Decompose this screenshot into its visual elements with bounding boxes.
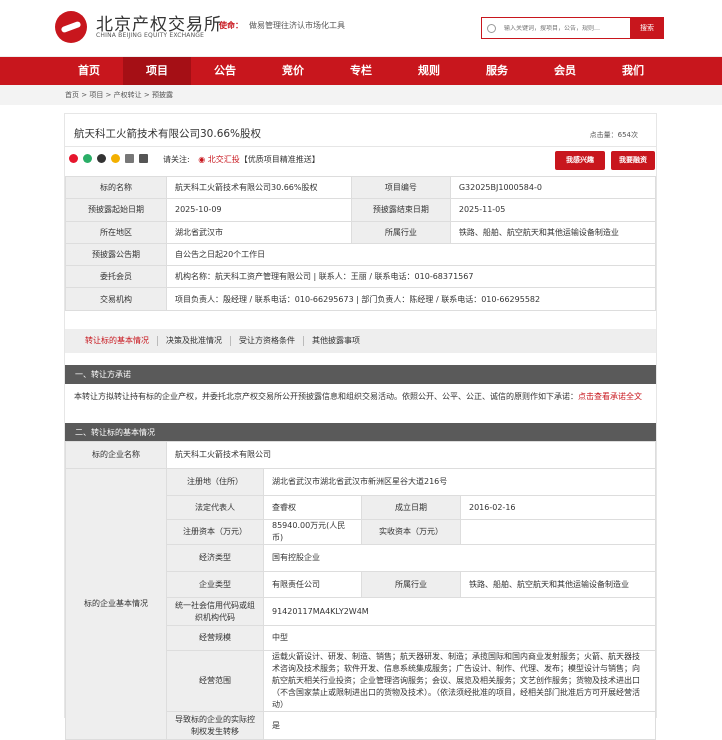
search-bar: 搜索 [481, 17, 664, 39]
commitment-link[interactable]: 点击查看承诺全文 [578, 392, 642, 401]
tab-qualification[interactable]: 受让方资格条件 [239, 336, 304, 346]
logo-icon[interactable] [55, 11, 87, 43]
project-title: 航天科工火箭技术有限公司30.66%股权 [74, 128, 262, 140]
search-box[interactable] [481, 17, 630, 39]
print-icon[interactable] [139, 154, 148, 163]
nav-rules[interactable]: 规则 [395, 57, 463, 85]
basic-info-label: 标的企业基本情况 [65, 468, 167, 740]
search-icon [487, 23, 496, 33]
nav-projects[interactable]: 项目 [123, 57, 191, 85]
mission-slogan: 使命： 做易管理往济认市场化工具 [219, 20, 345, 30]
nav-about[interactable]: 我们 [599, 57, 667, 85]
nav-announcements[interactable]: 公告 [191, 57, 259, 85]
detail-tabs: 转让标的基本情况 决策及批准情况 受让方资格条件 其他披露事项 [65, 329, 656, 353]
copy-icon[interactable] [125, 154, 134, 163]
interest-button[interactable]: 我感兴趣 [555, 151, 605, 170]
tab-approval[interactable]: 决策及批准情况 [166, 336, 231, 346]
qzone-icon[interactable] [111, 154, 120, 163]
view-count: 点击量：654次 [589, 131, 638, 139]
target-info-table: 标的企业名称 航天科工火箭技术有限公司 标的企业基本情况 注册地（住所） 湖北省… [65, 441, 656, 740]
nav-bidding[interactable]: 竞价 [259, 57, 327, 85]
follow-prompt: 请关注: ◉ 北交汇投【优质项目精准推送】 [163, 155, 320, 164]
tab-basic-info[interactable]: 转让标的基本情况 [85, 336, 158, 346]
nav-columns[interactable]: 专栏 [327, 57, 395, 85]
project-detail-panel: 航天科工火箭技术有限公司30.66%股权 点击量：654次 请关注: ◉ 北交汇… [64, 113, 657, 740]
logo-subtitle: CHINA BEIJING EQUITY EXCHANGE [96, 32, 205, 39]
divider [65, 146, 656, 147]
share-icons [69, 154, 148, 163]
wechat-icon[interactable] [83, 154, 92, 163]
site-header: 北京产权交易所 CHINA BEIJING EQUITY EXCHANGE 使命… [0, 0, 722, 57]
search-input[interactable] [504, 24, 604, 32]
section-header-target: 二、转让标的基本情况 [65, 423, 656, 442]
finance-button[interactable]: 我要融资 [611, 151, 655, 170]
search-button[interactable]: 搜索 [630, 17, 664, 39]
weibo-icon[interactable] [69, 154, 78, 163]
main-nav: 首页 项目 公告 竞价 专栏 规则 服务 会员 我们 [0, 57, 722, 85]
project-info-table: 标的名称 航天科工火箭技术有限公司30.66%股权 项目编号 G32025BJ1… [65, 175, 657, 311]
tab-other[interactable]: 其他披露事项 [312, 336, 368, 346]
follow-link[interactable]: 北交汇投 [208, 155, 240, 164]
nav-members[interactable]: 会员 [531, 57, 599, 85]
section-header-commitment: 一、转让方承诺 [65, 365, 656, 384]
commitment-text: 本转让方拟转让持有标的企业产权，并委托北京产权交易所公开预披露信息和组织交易活动… [74, 392, 642, 401]
nav-services[interactable]: 服务 [463, 57, 531, 85]
nav-home[interactable]: 首页 [55, 57, 123, 85]
qq-icon[interactable] [97, 154, 106, 163]
breadcrumb[interactable]: 首页 > 项目 > 产权转让 > 预披露 [0, 85, 722, 105]
